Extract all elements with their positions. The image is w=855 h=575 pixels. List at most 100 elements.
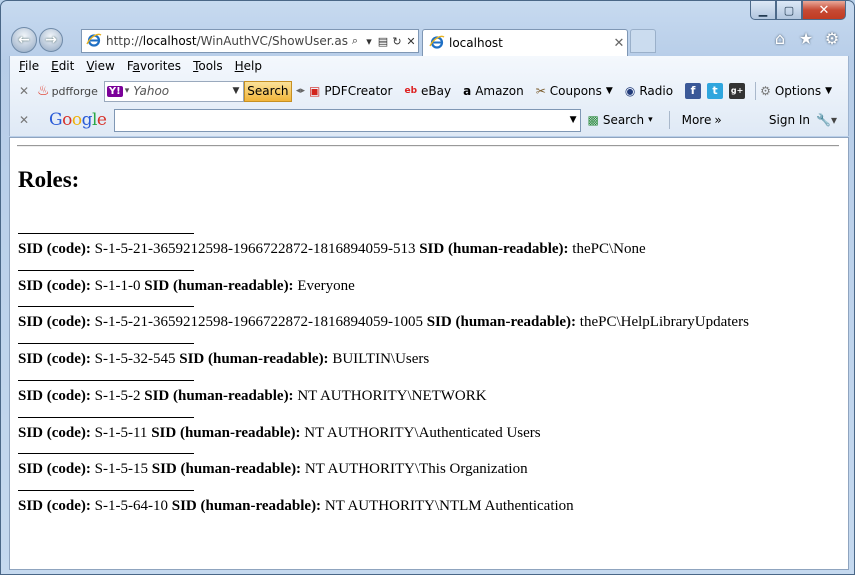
ie-icon bbox=[429, 34, 445, 53]
sid-readable-label: SID (human-readable): bbox=[171, 498, 322, 514]
menu-help[interactable]: Help bbox=[235, 59, 268, 73]
role-item: SID (code): S-1-5-15 SID (human-readable… bbox=[18, 453, 528, 478]
role-divider bbox=[18, 306, 194, 307]
chevron-down-icon: ▼ bbox=[825, 86, 833, 96]
yahoo-icon[interactable]: Y! bbox=[106, 85, 123, 97]
chevron-down-icon[interactable]: ▼ bbox=[570, 115, 577, 125]
amazon-button[interactable]: a Amazon bbox=[463, 84, 524, 98]
sid-code-value: S-1-5-15 bbox=[94, 461, 148, 477]
menu-favorites[interactable]: Favorites bbox=[127, 59, 187, 73]
ebay-icon: eb bbox=[404, 86, 418, 96]
yahoo-search-button[interactable]: Search bbox=[243, 80, 292, 102]
menu-bar: File Edit View Favorites Tools Help bbox=[19, 59, 274, 73]
role-item: SID (code): S-1-5-11 SID (human-readable… bbox=[18, 417, 541, 442]
back-button[interactable]: ← bbox=[11, 27, 37, 53]
resize-handle-icon[interactable]: ◂▸ bbox=[296, 86, 305, 96]
radio-icon: ◉ bbox=[624, 84, 636, 98]
search-icon[interactable]: ⌕ bbox=[348, 34, 362, 48]
maximize-button[interactable]: ▢ bbox=[776, 1, 802, 20]
toolbar-divider bbox=[668, 111, 670, 129]
sid-code-value: S-1-5-64-10 bbox=[94, 498, 168, 514]
navigation-row: ← → http://localhost/WinAuthVC/ShowUser.… bbox=[9, 25, 849, 56]
twitter-icon[interactable]: t bbox=[707, 83, 724, 99]
menu-edit[interactable]: Edit bbox=[51, 59, 80, 73]
gear-icon: ⚙ bbox=[760, 84, 771, 98]
sid-code-value: S-1-5-21-3659212598-1966722872-181689405… bbox=[94, 241, 416, 257]
google-g-icon: ▩ bbox=[587, 113, 599, 127]
caption-buttons: ▁ ▢ ✕ bbox=[750, 1, 846, 20]
sid-code-value: S-1-5-21-3659212598-1966722872-181689405… bbox=[94, 314, 423, 330]
sign-in-link[interactable]: Sign In bbox=[769, 113, 810, 127]
address-bar[interactable]: http://localhost/WinAuthVC/ShowUser.asp … bbox=[81, 29, 419, 53]
role-divider bbox=[18, 490, 194, 491]
gear-icon[interactable]: ⚙ bbox=[823, 29, 841, 48]
close-window-button[interactable]: ✕ bbox=[802, 1, 846, 20]
close-toolbar-icon[interactable]: ✕ bbox=[15, 84, 33, 98]
role-divider bbox=[18, 233, 194, 234]
dropdown-arrow-icon[interactable]: ▾ bbox=[125, 86, 130, 96]
facebook-icon[interactable]: f bbox=[685, 83, 702, 99]
google-search-input[interactable]: ▼ bbox=[114, 108, 582, 132]
home-icon[interactable]: ⌂ bbox=[771, 29, 789, 48]
sid-readable-label: SID (human-readable): bbox=[144, 278, 294, 294]
role-divider bbox=[18, 380, 194, 381]
more-button[interactable]: More » bbox=[682, 113, 722, 127]
google-logo[interactable]: Google bbox=[49, 110, 107, 130]
browser-action-icons: ⌂ ★ ⚙ bbox=[771, 29, 841, 48]
chevron-down-icon: ▾ bbox=[648, 115, 653, 125]
sid-readable-value: thePC\HelpLibraryUpdaters bbox=[579, 314, 749, 330]
tag-icon: ✂ bbox=[535, 84, 546, 98]
menu-tools[interactable]: Tools bbox=[193, 59, 229, 73]
sid-code-label: SID (code): bbox=[18, 388, 91, 404]
menu-view[interactable]: View bbox=[86, 59, 120, 73]
role-divider bbox=[18, 270, 194, 271]
address-url[interactable]: http://localhost/WinAuthVC/ShowUser.asp bbox=[106, 34, 348, 48]
sid-readable-value: NT AUTHORITY\This Organization bbox=[304, 461, 528, 477]
tab-title: localhost bbox=[449, 36, 503, 50]
role-divider bbox=[18, 417, 194, 418]
toolbar-divider bbox=[755, 82, 757, 100]
sid-code-label: SID (code): bbox=[18, 461, 91, 477]
sid-code-label: SID (code): bbox=[18, 314, 91, 330]
radio-button[interactable]: ◉ Radio bbox=[625, 84, 673, 98]
stop-icon[interactable]: ✕ bbox=[404, 35, 418, 48]
refresh-icon[interactable]: ↻ bbox=[390, 35, 404, 48]
tab-close-icon[interactable]: ✕ bbox=[611, 36, 627, 51]
close-toolbar-icon[interactable]: ✕ bbox=[15, 113, 33, 127]
chevron-down-icon[interactable]: ▼ bbox=[229, 86, 243, 96]
coupons-button[interactable]: ✂ Coupons ▼ bbox=[536, 84, 613, 98]
sid-readable-label: SID (human-readable): bbox=[144, 388, 294, 404]
yahoo-search-input[interactable]: Y! ▾ Yahoo ▼ bbox=[103, 80, 244, 102]
role-item: SID (code): S-1-5-64-10 SID (human-reada… bbox=[18, 490, 574, 515]
pdf-icon: ▣ bbox=[308, 84, 321, 98]
sid-readable-label: SID (human-readable): bbox=[151, 425, 301, 441]
tab-localhost[interactable]: localhost ✕ bbox=[422, 29, 628, 56]
dropdown-arrow-icon[interactable]: ▾ bbox=[362, 35, 376, 48]
chevron-down-icon: ▼ bbox=[605, 86, 613, 96]
sid-code-label: SID (code): bbox=[18, 425, 91, 441]
sid-code-value: S-1-1-0 bbox=[94, 278, 141, 294]
pdfforge-logo[interactable]: ♨ pdfforge bbox=[37, 83, 98, 99]
sid-readable-label: SID (human-readable): bbox=[419, 241, 569, 257]
wrench-icon[interactable]: 🔧▾ bbox=[816, 113, 837, 127]
page-content: Roles: SID (code): S-1-5-21-3659212598-1… bbox=[9, 137, 849, 570]
sid-readable-value: thePC\None bbox=[572, 241, 646, 257]
google-plus-icon[interactable]: g+ bbox=[729, 83, 746, 99]
menu-file[interactable]: File bbox=[19, 59, 45, 73]
role-divider bbox=[18, 453, 194, 454]
role-item: SID (code): S-1-5-21-3659212598-19667228… bbox=[18, 306, 749, 331]
new-tab-button[interactable] bbox=[630, 29, 656, 53]
sid-code-label: SID (code): bbox=[18, 278, 91, 294]
compat-icon[interactable]: ▤ bbox=[376, 35, 390, 48]
options-button[interactable]: ⚙ Options ▼ bbox=[760, 84, 832, 98]
ebay-button[interactable]: eb eBay bbox=[404, 84, 451, 98]
favorites-star-icon[interactable]: ★ bbox=[797, 29, 815, 48]
sid-code-label: SID (code): bbox=[18, 241, 91, 257]
sid-code-value: S-1-5-32-545 bbox=[94, 351, 176, 367]
amazon-icon: a bbox=[463, 84, 472, 98]
sid-code-label: SID (code): bbox=[18, 498, 91, 514]
forward-button[interactable]: → bbox=[39, 28, 63, 52]
minimize-button[interactable]: ▁ bbox=[750, 1, 776, 20]
google-search-button[interactable]: ▩ Search ▾ bbox=[587, 113, 652, 127]
pdfcreator-button[interactable]: ▣ PDFCreator bbox=[309, 84, 393, 98]
